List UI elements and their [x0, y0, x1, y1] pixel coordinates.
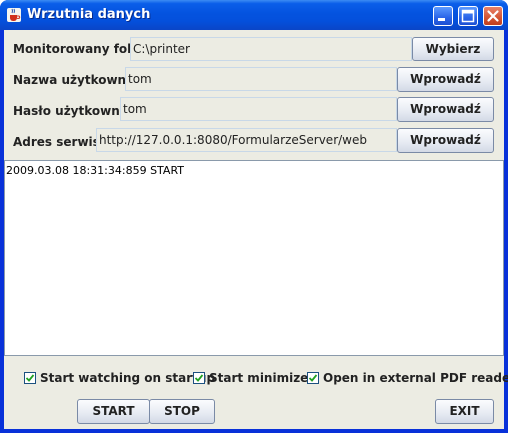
window-title: Wrzutnia danych — [27, 7, 151, 22]
open-external-pdf-checkbox[interactable]: Open in external PDF reader — [307, 371, 508, 385]
start-minimized-label: Start minimized — [209, 371, 317, 385]
log-line: 2009.03.08 18:31:34:859 START — [6, 164, 185, 177]
exit-button[interactable]: EXIT — [435, 399, 494, 424]
folder-field[interactable]: C:\printer — [130, 37, 412, 61]
maximize-button[interactable] — [458, 6, 478, 26]
close-button[interactable] — [483, 6, 503, 26]
start-minimized-checkbox[interactable]: Start minimized — [193, 371, 317, 385]
checkmark-icon — [193, 372, 205, 384]
client-area: Monitorowany folder C:\printer Wybierz N… — [4, 30, 508, 429]
checkmark-icon — [24, 372, 36, 384]
user-field[interactable]: tom — [125, 67, 397, 91]
maximize-icon — [461, 9, 475, 23]
application-window: Wrzutnia danych Monitorowany folder C:\p… — [0, 0, 508, 433]
password-field[interactable]: tom — [120, 97, 397, 121]
choose-folder-button[interactable]: Wybierz — [412, 37, 494, 61]
minimize-icon — [438, 18, 445, 21]
service-field[interactable]: http://127.0.0.1:8080/FormularzeServer/w… — [96, 128, 397, 152]
open-external-pdf-label: Open in external PDF reader — [323, 371, 508, 385]
set-password-button[interactable]: Wprowadź — [397, 97, 494, 122]
start-watching-label: Start watching on startup — [40, 371, 216, 385]
title-bar[interactable]: Wrzutnia danych — [0, 0, 508, 30]
java-cup-icon — [6, 7, 22, 23]
set-user-button[interactable]: Wprowadź — [397, 67, 494, 92]
service-label: Adres serwisu — [13, 135, 109, 149]
close-icon — [487, 10, 499, 22]
log-area[interactable]: 2009.03.08 18:31:34:859 START — [4, 160, 504, 356]
start-button[interactable]: START — [77, 399, 150, 424]
set-service-button[interactable]: Wprowadź — [397, 128, 494, 153]
stop-button[interactable]: STOP — [149, 399, 215, 424]
minimize-button[interactable] — [433, 6, 453, 26]
checkmark-icon — [307, 372, 319, 384]
start-watching-checkbox[interactable]: Start watching on startup — [24, 371, 215, 385]
